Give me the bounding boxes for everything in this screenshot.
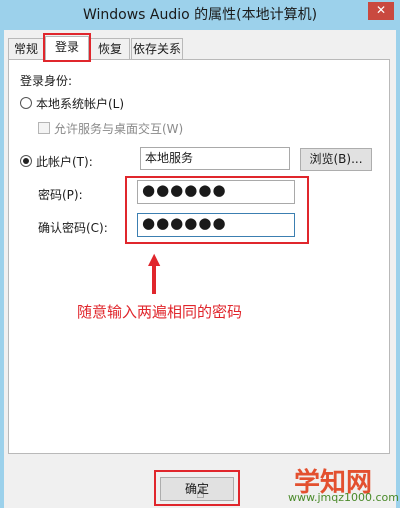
tab-panel: [8, 59, 390, 454]
window-title: Windows Audio 的属性(本地计算机): [82, 7, 318, 23]
logon-as-label: 登录身份:: [20, 74, 73, 88]
allow-desktop-checkbox[interactable]: [38, 122, 50, 134]
browse-button[interactable]: 浏览(B)...: [300, 148, 372, 171]
password-highlight-box: [125, 176, 309, 244]
logon-tab-highlight-box: [43, 33, 91, 62]
annotation-arrow-shaft: [152, 264, 156, 294]
tab-general[interactable]: 常规: [8, 38, 44, 59]
confirm-password-label: 确认密码(C):: [38, 221, 108, 235]
password-label: 密码(P):: [38, 188, 83, 202]
annotation-text: 随意输入两遍相同的密码: [77, 303, 243, 321]
local-system-label[interactable]: 本地系统帐户(L): [36, 95, 124, 112]
local-system-radio[interactable]: [20, 97, 32, 109]
mouse-cursor-icon: ☝: [196, 486, 205, 502]
watermark-url: www.jmqz1000.com: [288, 491, 399, 504]
this-account-radio[interactable]: [20, 155, 32, 167]
tab-dependencies[interactable]: 依存关系: [131, 38, 183, 59]
tab-recovery[interactable]: 恢复: [90, 38, 130, 59]
close-button[interactable]: ✕: [368, 2, 394, 20]
close-icon: ✕: [375, 3, 387, 17]
this-account-label[interactable]: 此帐户(T):: [36, 153, 93, 170]
account-name-input[interactable]: 本地服务: [140, 147, 290, 170]
window-frame-right: [396, 30, 400, 508]
allow-desktop-label: 允许服务与桌面交互(W): [54, 122, 184, 136]
